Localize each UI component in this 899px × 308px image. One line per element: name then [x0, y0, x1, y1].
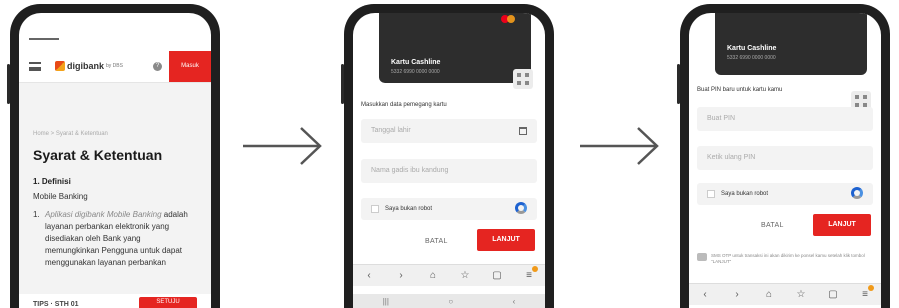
credit-card: Kartu Cashline 5332 6990 0000 0000 — [715, 13, 867, 75]
system-nav-bar: ||| ○ ‹ — [353, 294, 545, 308]
cancel-button[interactable]: BATAL — [425, 238, 448, 245]
continue-button[interactable]: LANJUT — [477, 229, 535, 251]
list-number: 1. — [33, 210, 40, 219]
repeat-pin-placeholder: Ketik ulang PIN — [707, 154, 756, 161]
terms-content: Home > Syarat & Ketentuan Syarat & Keten… — [19, 83, 211, 308]
recaptcha-icon — [515, 202, 527, 214]
captcha-label: Saya bukan robot — [721, 191, 769, 197]
otp-info-note: SMS OTP untuk transaksi ini akan dikirim… — [697, 253, 873, 275]
home-icon[interactable]: ⌂ — [762, 289, 776, 300]
sticky-footer: TIPS · STH 01 SETUJU — [19, 294, 211, 308]
dob-field[interactable]: Tanggal lahir — [361, 119, 537, 143]
arrow-right-icon — [580, 127, 659, 165]
pin-placeholder: Buat PIN — [707, 115, 736, 122]
recaptcha-widget: Saya bukan robot — [697, 183, 873, 205]
logo-mark-icon — [55, 61, 65, 71]
agree-button[interactable]: SETUJU — [139, 297, 197, 308]
system-back-icon[interactable]: ‹ — [513, 297, 516, 306]
credit-card: Kartu Cashline 5332 6990 0000 0000 — [379, 13, 531, 83]
card-name: Kartu Cashline — [391, 59, 441, 66]
pin-field[interactable]: Buat PIN — [697, 107, 873, 131]
phone-create-pin: Kartu Cashline 5332 6990 0000 0000 Buat … — [677, 4, 890, 308]
browser-toolbar: ‹ › ⌂ ☆ ▢ ≡ — [689, 283, 881, 305]
form-title: Masukkan data pemegang kartu — [361, 102, 447, 108]
captcha-label: Saya bukan robot — [385, 206, 433, 212]
tutorial-canvas: digibank by DBS ? Masuk Home > Syarat & … — [0, 0, 899, 308]
list-body: Aplikasi digibank Mobile Banking adalah … — [45, 209, 197, 269]
continue-button[interactable]: LANJUT — [813, 214, 871, 236]
arrow-right-icon — [243, 127, 322, 165]
footer-label: TIPS · STH 01 — [33, 301, 79, 308]
section-heading: 1. Definisi — [33, 177, 71, 186]
phone-screen: Kartu Cashline 5332 6990 0000 0000 Masuk… — [353, 13, 545, 308]
phone-screen: digibank by DBS ? Masuk Home > Syarat & … — [19, 13, 211, 308]
home-circle-icon[interactable]: ○ — [448, 297, 453, 306]
status-line — [29, 38, 59, 40]
bookmark-icon[interactable]: ☆ — [794, 289, 808, 300]
hamburger-icon[interactable] — [29, 62, 41, 71]
list-item: 1. Aplikasi digibank Mobile Banking adal… — [33, 209, 197, 269]
repeat-pin-field[interactable]: Ketik ulang PIN — [697, 146, 873, 170]
logo-subtext: by DBS — [106, 63, 123, 69]
breadcrumb: Home > Syarat & Ketentuan — [33, 131, 108, 137]
recaptcha-icon — [851, 187, 863, 199]
mother-name-placeholder: Nama gadis ibu kandung — [371, 167, 449, 174]
menu-icon[interactable]: ≡ — [858, 285, 874, 300]
phone-terms: digibank by DBS ? Masuk Home > Syarat & … — [7, 4, 220, 308]
recaptcha-widget: Saya bukan robot — [361, 198, 537, 220]
home-icon[interactable]: ⌂ — [426, 270, 440, 281]
browser-toolbar: ‹ › ⌂ ☆ ▢ ≡ — [353, 264, 545, 286]
menu-icon[interactable]: ≡ — [522, 266, 538, 281]
dob-placeholder: Tanggal lahir — [371, 127, 411, 134]
site-header: digibank by DBS ? Masuk — [19, 51, 211, 83]
forward-icon[interactable]: › — [730, 289, 744, 300]
form-title: Buat PIN baru untuk kartu kamu — [697, 87, 783, 93]
back-icon[interactable]: ‹ — [362, 270, 376, 281]
forward-icon[interactable]: › — [394, 270, 408, 281]
login-button[interactable]: Masuk — [169, 51, 211, 82]
back-icon[interactable]: ‹ — [698, 289, 712, 300]
cancel-button[interactable]: BATAL — [761, 222, 784, 229]
qr-icon[interactable] — [513, 69, 533, 89]
card-name: Kartu Cashline — [727, 45, 777, 52]
otp-note-text: SMS OTP untuk transaksi ini akan dikirim… — [711, 253, 865, 264]
captcha-checkbox[interactable] — [707, 190, 715, 198]
notification-badge — [868, 285, 874, 291]
page-title: Syarat & Ketentuan — [33, 147, 163, 163]
mother-name-field[interactable]: Nama gadis ibu kandung — [361, 159, 537, 183]
tabs-icon[interactable]: ▢ — [490, 270, 504, 281]
mastercard-icon — [499, 15, 519, 23]
phone-cardholder-form: Kartu Cashline 5332 6990 0000 0000 Masuk… — [341, 4, 554, 308]
menu-glyph: ≡ — [862, 289, 868, 300]
tabs-icon[interactable]: ▢ — [826, 289, 840, 300]
calendar-icon[interactable] — [519, 127, 527, 135]
list-emphasis: Aplikasi digibank Mobile Banking — [45, 210, 162, 219]
notification-badge — [532, 266, 538, 272]
digibank-logo[interactable]: digibank by DBS — [55, 61, 123, 71]
help-icon[interactable]: ? — [153, 62, 162, 71]
menu-glyph: ≡ — [526, 270, 532, 281]
sub-heading: Mobile Banking — [33, 192, 88, 201]
card-number: 5332 6990 0000 0000 — [727, 55, 776, 61]
captcha-checkbox[interactable] — [371, 205, 379, 213]
logo-text: digibank — [67, 61, 105, 71]
sms-icon — [697, 253, 707, 261]
card-number: 5332 6990 0000 0000 — [391, 69, 440, 75]
phone-screen: Kartu Cashline 5332 6990 0000 0000 Buat … — [689, 13, 881, 308]
recents-icon[interactable]: ||| — [383, 297, 389, 306]
bookmark-icon[interactable]: ☆ — [458, 270, 472, 281]
